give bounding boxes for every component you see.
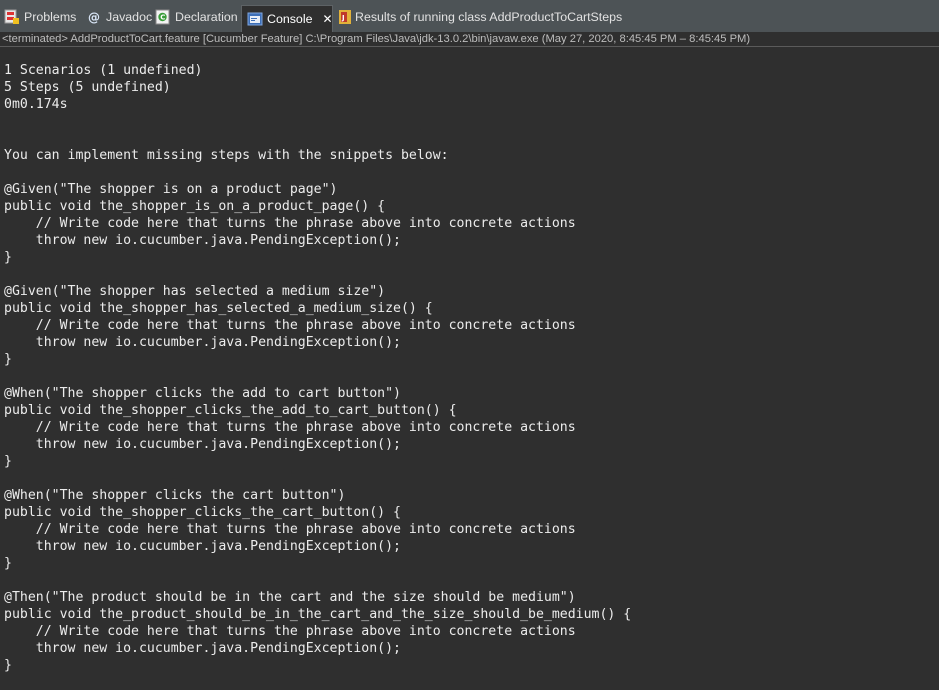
console-output[interactable]: 1 Scenarios (1 undefined) 5 Steps (5 unde… — [0, 62, 939, 690]
console-line: public void the_shopper_has_selected_a_m… — [4, 301, 433, 316]
tab-label: Javadoc — [106, 9, 153, 24]
tab-problems[interactable]: Problems — [4, 5, 76, 28]
problems-icon — [4, 9, 20, 25]
tab-javadoc[interactable]: @ Javadoc — [86, 5, 152, 28]
console-line: } — [4, 250, 12, 265]
console-line: @When("The shopper clicks the cart butto… — [4, 488, 346, 503]
tab-label: Results of running class AddProductToCar… — [355, 9, 623, 24]
console-line: // Write code here that turns the phrase… — [4, 624, 576, 639]
console-line: // Write code here that turns the phrase… — [4, 318, 576, 333]
console-line: 5 Steps (5 undefined) — [4, 80, 171, 95]
console-line: @Then("The product should be in the cart… — [4, 590, 576, 605]
eclipse-console-view: Problems @ Javadoc C Declaration Console… — [0, 0, 939, 690]
console-line: throw new io.cucumber.java.PendingExcept… — [4, 437, 401, 452]
console-line: throw new io.cucumber.java.PendingExcept… — [4, 539, 401, 554]
close-tab-icon[interactable]: ✕ — [322, 12, 332, 26]
tab-label: Declaration — [175, 9, 238, 24]
console-line: You can implement missing steps with the… — [4, 148, 449, 163]
console-line: public void the_shopper_is_on_a_product_… — [4, 199, 386, 214]
declaration-icon: C — [155, 9, 171, 25]
console-icon — [247, 11, 263, 27]
view-tab-bar: Problems @ Javadoc C Declaration Console… — [0, 0, 939, 32]
console-line: public void the_shopper_clicks_the_cart_… — [4, 505, 401, 520]
console-line: } — [4, 454, 12, 469]
console-line: // Write code here that turns the phrase… — [4, 522, 576, 537]
console-line: 0m0.174s — [4, 97, 68, 112]
console-line: // Write code here that turns the phrase… — [4, 216, 576, 231]
javadoc-icon: @ — [86, 9, 102, 25]
tab-label: Console — [267, 12, 313, 26]
console-line: throw new io.cucumber.java.PendingExcept… — [4, 233, 401, 248]
svg-text:J: J — [341, 14, 345, 22]
console-line: @When("The shopper clicks the add to car… — [4, 386, 401, 401]
console-line: throw new io.cucumber.java.PendingExcept… — [4, 335, 401, 350]
console-line: 1 Scenarios (1 undefined) — [4, 63, 203, 78]
console-line: throw new io.cucumber.java.PendingExcept… — [4, 641, 401, 656]
console-line: @Given("The shopper is on a product page… — [4, 182, 338, 197]
process-status-line: <terminated> AddProductToCart.feature [C… — [0, 32, 939, 47]
tab-declaration[interactable]: C Declaration — [155, 5, 238, 28]
console-line: // Write code here that turns the phrase… — [4, 420, 576, 435]
console-line: } — [4, 658, 12, 673]
console-line: public void the_product_should_be_in_the… — [4, 607, 632, 622]
svg-text:C: C — [160, 13, 165, 21]
svg-text:@: @ — [88, 10, 100, 24]
junit-icon: J — [337, 9, 353, 25]
console-line: } — [4, 556, 12, 571]
console-line: } — [4, 352, 12, 367]
tab-console[interactable]: Console ✕ — [241, 5, 333, 32]
tab-junit-results[interactable]: J Results of running class AddProductToC… — [337, 5, 622, 28]
tab-label: Problems — [24, 9, 77, 24]
console-line: public void the_shopper_clicks_the_add_t… — [4, 403, 457, 418]
console-line: @Given("The shopper has selected a mediu… — [4, 284, 386, 299]
